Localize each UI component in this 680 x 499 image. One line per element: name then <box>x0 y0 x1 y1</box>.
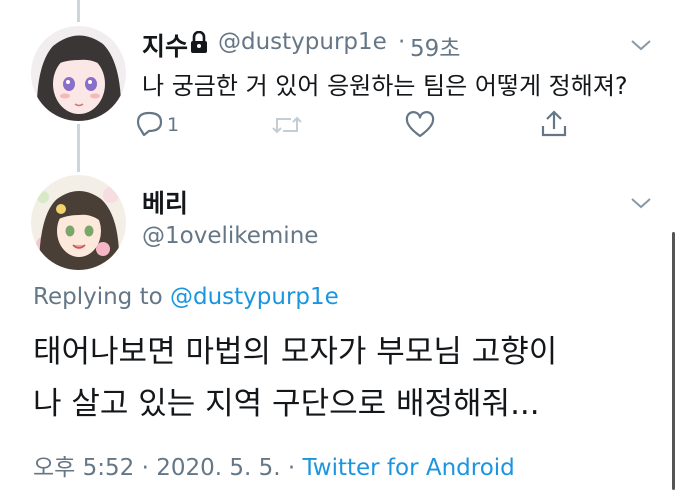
reply-handle[interactable]: @dustypurp1e <box>218 29 387 55</box>
avatar-berry-image <box>31 175 126 270</box>
reply-separator: · <box>398 29 406 55</box>
main-chevron-down-icon[interactable] <box>628 194 654 212</box>
lock-icon <box>190 30 208 57</box>
replying-prefix: Replying to <box>33 284 163 310</box>
thread-line-bottom <box>77 124 80 172</box>
avatar-jisu[interactable] <box>31 26 126 121</box>
reply-time[interactable]: 59초 <box>410 29 460 63</box>
main-text-line2: 나 살고 있는 지역 구단으로 배정해줘... <box>33 386 540 422</box>
heart-icon <box>405 111 435 138</box>
reply-count: 1 <box>167 114 180 136</box>
comment-icon <box>136 111 163 137</box>
avatar-berry[interactable] <box>31 175 126 270</box>
reply-chevron-down-icon[interactable] <box>628 36 654 54</box>
retweet-icon <box>272 116 302 134</box>
thread-line-top <box>77 0 80 22</box>
tweet-timestamp[interactable]: 오후 5:52 · 2020. 5. 5. · <box>33 455 295 481</box>
reply-display-name[interactable]: 지수 <box>142 27 188 63</box>
main-text-line1: 태어나보면 마법의 모자가 부모님 고향이 <box>33 334 558 370</box>
tweet-source[interactable]: Twitter for Android <box>303 455 515 481</box>
tweet-meta: 오후 5:52 · 2020. 5. 5. · Twitter for Andr… <box>33 448 515 482</box>
share-button[interactable] <box>540 109 568 143</box>
main-display-name[interactable]: 베리 <box>142 184 188 220</box>
share-icon <box>541 110 567 137</box>
reply-button[interactable] <box>136 110 166 142</box>
reply-text: 나 궁금한 거 있어 응원하는 팀은 어떻게 정해져? <box>142 72 628 100</box>
avatar-jisu-image <box>31 26 126 121</box>
main-handle[interactable]: @1ovelikemine <box>142 223 318 249</box>
retweet-button[interactable] <box>271 113 303 141</box>
replying-to-handle[interactable]: @dustypurp1e <box>170 284 339 310</box>
scrollbar-thumb[interactable] <box>672 232 675 490</box>
replying-to: Replying to @dustypurp1e <box>33 284 339 310</box>
like-button[interactable] <box>405 111 435 143</box>
